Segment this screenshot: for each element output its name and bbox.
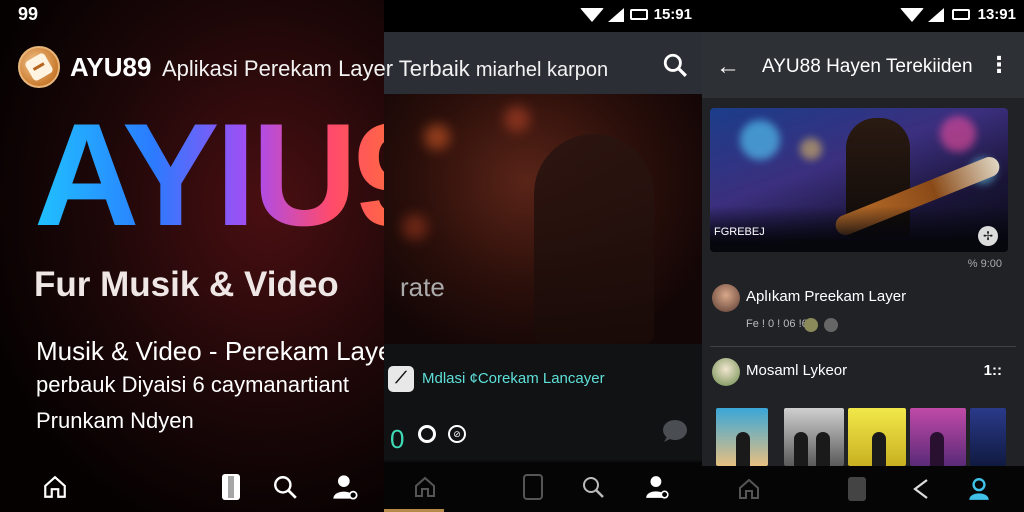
home-icon (739, 478, 759, 499)
status-time: 15:91 (653, 6, 692, 23)
recorder-icon: ⟋ (388, 366, 414, 392)
nav-home-button[interactable] (410, 472, 440, 502)
more-vert-icon: ⋮ (988, 52, 1010, 77)
app-name: AYU89 (70, 52, 152, 82)
nav-profile-button[interactable] (964, 474, 994, 504)
status-time: 13:91 (977, 6, 1016, 23)
avatar[interactable] (712, 284, 740, 312)
list-item-title[interactable]: Mosaml Lykeor (746, 362, 847, 379)
card-label: FGREBEJ (714, 226, 765, 238)
status-time: 99 (18, 4, 39, 24)
nav-phone-button[interactable] (214, 470, 248, 504)
detail-panel: 13:91 ← AYU88 Hayen Terekiiden ⋮ % 9:00 … (702, 0, 1024, 512)
home-icon (44, 475, 66, 498)
list-item-trailing[interactable]: 1:: (984, 362, 1002, 379)
profile-icon (969, 478, 989, 500)
nav-home-button[interactable] (734, 474, 764, 504)
card-meta: % 9:00 (967, 258, 1002, 270)
nav-profile-button[interactable] (328, 470, 362, 504)
battery-icon (952, 9, 970, 20)
tagline: Musik & Video - Perekam Layer (36, 336, 402, 366)
pager-dot-1[interactable]: 0 (390, 424, 404, 455)
video-thumbnail[interactable] (716, 408, 768, 466)
share-icon (913, 479, 928, 499)
promo-text[interactable]: Mdlasi ¢Corekam Lancayer (422, 370, 605, 387)
video-thumbnail[interactable] (910, 408, 966, 466)
chat-button[interactable] (660, 418, 688, 444)
nav-phone-button[interactable] (518, 472, 548, 502)
subtitle-overflow: rate (400, 272, 445, 302)
video-thumbnail[interactable] (784, 408, 844, 466)
app-headline: Aplikasi Perekam Layer Terbaik miarhel k… (162, 56, 609, 81)
divider (710, 346, 1016, 347)
profile-icon (333, 475, 358, 500)
phone-icon (848, 477, 866, 501)
page-title: AYU88 Hayen Terekiiden (762, 56, 973, 77)
signal-icon (928, 8, 944, 22)
pager-dot-3[interactable]: ⊘ (448, 425, 466, 443)
brand-wordmark: AYIU9 (34, 93, 435, 256)
list-item-title[interactable]: Aplıkam Preekam Layer (746, 288, 906, 305)
tagline-line-3: Prunkam Ndyen (36, 408, 194, 433)
avatar[interactable] (712, 358, 740, 386)
battery-icon (630, 9, 648, 20)
video-thumbnail[interactable] (848, 408, 906, 466)
app-logo-icon (18, 46, 60, 88)
wifi-icon (900, 8, 924, 22)
video-thumbnail[interactable] (970, 408, 1006, 466)
list-item-subtitle: Fe ! 0 ! 06 !6 (746, 318, 808, 330)
profile-icon (646, 476, 669, 499)
nav-search-button[interactable] (578, 472, 608, 502)
pager-dot-2[interactable] (418, 425, 436, 443)
nav-profile-button[interactable] (642, 472, 672, 502)
appbar-text: miarhel karpon (475, 59, 609, 81)
video-player[interactable] (384, 94, 702, 344)
phone-icon (523, 474, 543, 500)
brand-subtitle: Fur Musik & Video (34, 265, 339, 304)
card-action-button[interactable]: ✢ (978, 226, 998, 246)
sparkle-icon: ✢ (982, 229, 994, 243)
search-icon (663, 53, 687, 77)
back-button[interactable]: ← (716, 53, 740, 81)
search-icon (583, 477, 604, 498)
home-icon (415, 476, 435, 497)
reaction-icon[interactable] (804, 318, 818, 332)
reaction-icon[interactable] (824, 318, 838, 332)
status-bar: 15:91 (384, 0, 702, 32)
promo-band (384, 344, 702, 460)
status-bar: 13:91 (702, 0, 1024, 32)
nav-search-button[interactable] (268, 470, 302, 504)
wifi-icon (580, 8, 604, 22)
nav-share-button[interactable] (906, 474, 936, 504)
phone-icon (222, 474, 240, 500)
nav-home-button[interactable] (38, 470, 72, 504)
signal-icon (608, 8, 624, 22)
chat-icon (663, 420, 687, 442)
search-icon (274, 476, 297, 499)
nav-phone-button[interactable] (842, 474, 872, 504)
tagline-line-2: perbauk Diyaisi 6 caymanartiant (36, 372, 350, 397)
more-options-button[interactable]: ⋮ (988, 52, 1010, 78)
search-button[interactable] (662, 52, 688, 78)
back-arrow-icon: ← (716, 53, 740, 80)
